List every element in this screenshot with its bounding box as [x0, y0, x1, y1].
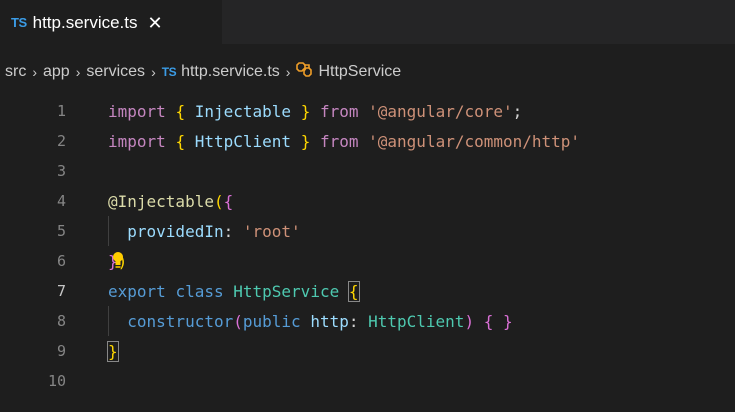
line-number: 9 — [56, 342, 66, 360]
tab-http-service[interactable]: TS http.service.ts ✕ — [0, 0, 222, 44]
code-line[interactable]: 1 import { Injectable } from '@angular/co… — [0, 96, 735, 126]
chevron-right-icon: › — [285, 64, 291, 80]
code-token: : — [348, 311, 369, 331]
code-text: providedIn: 'root' — [108, 221, 301, 241]
code-line[interactable]: 2 import { HttpClient } from '@angular/co… — [0, 126, 735, 156]
code-token: ; — [512, 101, 523, 121]
code-line[interactable]: 4 @Injectable({ — [0, 186, 735, 216]
code-token: http — [310, 311, 349, 331]
code-line[interactable]: 5 providedIn: 'root' — [0, 216, 735, 246]
line-number: 10 — [47, 372, 66, 390]
code-editor[interactable]: 1 import { Injectable } from '@angular/co… — [0, 96, 735, 412]
code-token: { — [483, 311, 494, 331]
tab-bar: TS http.service.ts ✕ — [0, 0, 735, 44]
code-token: import — [108, 101, 166, 121]
chevron-right-icon: › — [151, 64, 156, 80]
line-number: 3 — [56, 162, 66, 180]
code-token: export — [108, 281, 166, 301]
code-token: from — [319, 131, 359, 151]
chevron-right-icon: › — [75, 64, 81, 80]
code-token: } — [503, 311, 513, 331]
code-token: } — [107, 340, 119, 362]
code-token: 'root' — [242, 221, 301, 241]
code-line[interactable]: 9} — [0, 336, 735, 366]
breadcrumb-item-src[interactable]: src — [5, 63, 26, 81]
line-number: 6 — [56, 252, 66, 270]
code-token: ( — [233, 311, 243, 331]
line-number: 2 — [56, 132, 66, 150]
breadcrumb: src › app › services › TS http.service.t… — [0, 61, 401, 83]
breadcrumb-item-file[interactable]: http.service.ts — [181, 63, 280, 81]
code-token: { — [175, 101, 186, 121]
code-token: } — [300, 101, 311, 121]
code-token: HttpClient — [368, 311, 465, 331]
line-number: 5 — [56, 222, 66, 240]
code-token: { — [175, 131, 186, 151]
code-token: '@angular/core' — [368, 101, 513, 121]
code-token: import — [108, 131, 166, 151]
code-text: @Injectable({ — [108, 192, 233, 211]
code-token: { — [223, 191, 234, 211]
line-number: 4 — [56, 192, 66, 210]
code-token: HttpClient — [194, 131, 292, 151]
code-line[interactable]: 6}) — [0, 246, 735, 276]
symbol-class-icon — [296, 62, 313, 82]
code-token: public — [242, 311, 301, 331]
code-token: from — [319, 101, 359, 121]
code-line[interactable]: 7 export class HttpService { — [0, 276, 735, 306]
code-token: { — [347, 280, 360, 302]
code-token: } — [300, 131, 311, 151]
code-text: } — [107, 340, 119, 362]
code-token: providedIn — [127, 221, 224, 241]
code-text: constructor(public http: HttpClient) { } — [108, 311, 513, 331]
code-token: @Injectable — [108, 191, 214, 211]
code-line[interactable]: 10 — [0, 366, 735, 396]
chevron-right-icon: › — [32, 64, 37, 80]
lightbulb-icon[interactable] — [111, 251, 125, 273]
breadcrumb-item-services[interactable]: services — [86, 63, 145, 81]
breadcrumb-item-app[interactable]: app — [43, 63, 70, 81]
code-text: import { HttpClient } from '@angular/com… — [108, 132, 580, 151]
code-token: class — [175, 281, 224, 301]
code-text: export class HttpService { — [108, 280, 360, 302]
line-number: 1 — [56, 102, 66, 120]
code-token: ) — [464, 311, 475, 331]
code-token: constructor — [127, 311, 234, 331]
typescript-file-icon: TS — [161, 65, 177, 79]
code-token: : — [223, 221, 243, 241]
breadcrumb-item-class[interactable]: HttpService — [318, 63, 401, 81]
code-line[interactable]: 3 — [0, 156, 735, 186]
code-token: Injectable — [194, 101, 292, 121]
editor-window: TS http.service.ts ✕ src › app › service… — [0, 0, 735, 412]
code-text: import { Injectable } from '@angular/cor… — [108, 102, 522, 121]
line-number: 7 — [56, 282, 66, 300]
code-token: '@angular/common/http' — [368, 131, 581, 151]
code-token: ( — [213, 191, 224, 211]
close-icon[interactable]: ✕ — [148, 14, 163, 32]
line-number: 8 — [56, 312, 66, 330]
code-line[interactable]: 8 constructor(public http: HttpClient) {… — [0, 306, 735, 336]
code-token: HttpService — [233, 281, 340, 301]
tab-label: http.service.ts — [32, 12, 138, 32]
typescript-file-icon: TS — [11, 15, 27, 30]
